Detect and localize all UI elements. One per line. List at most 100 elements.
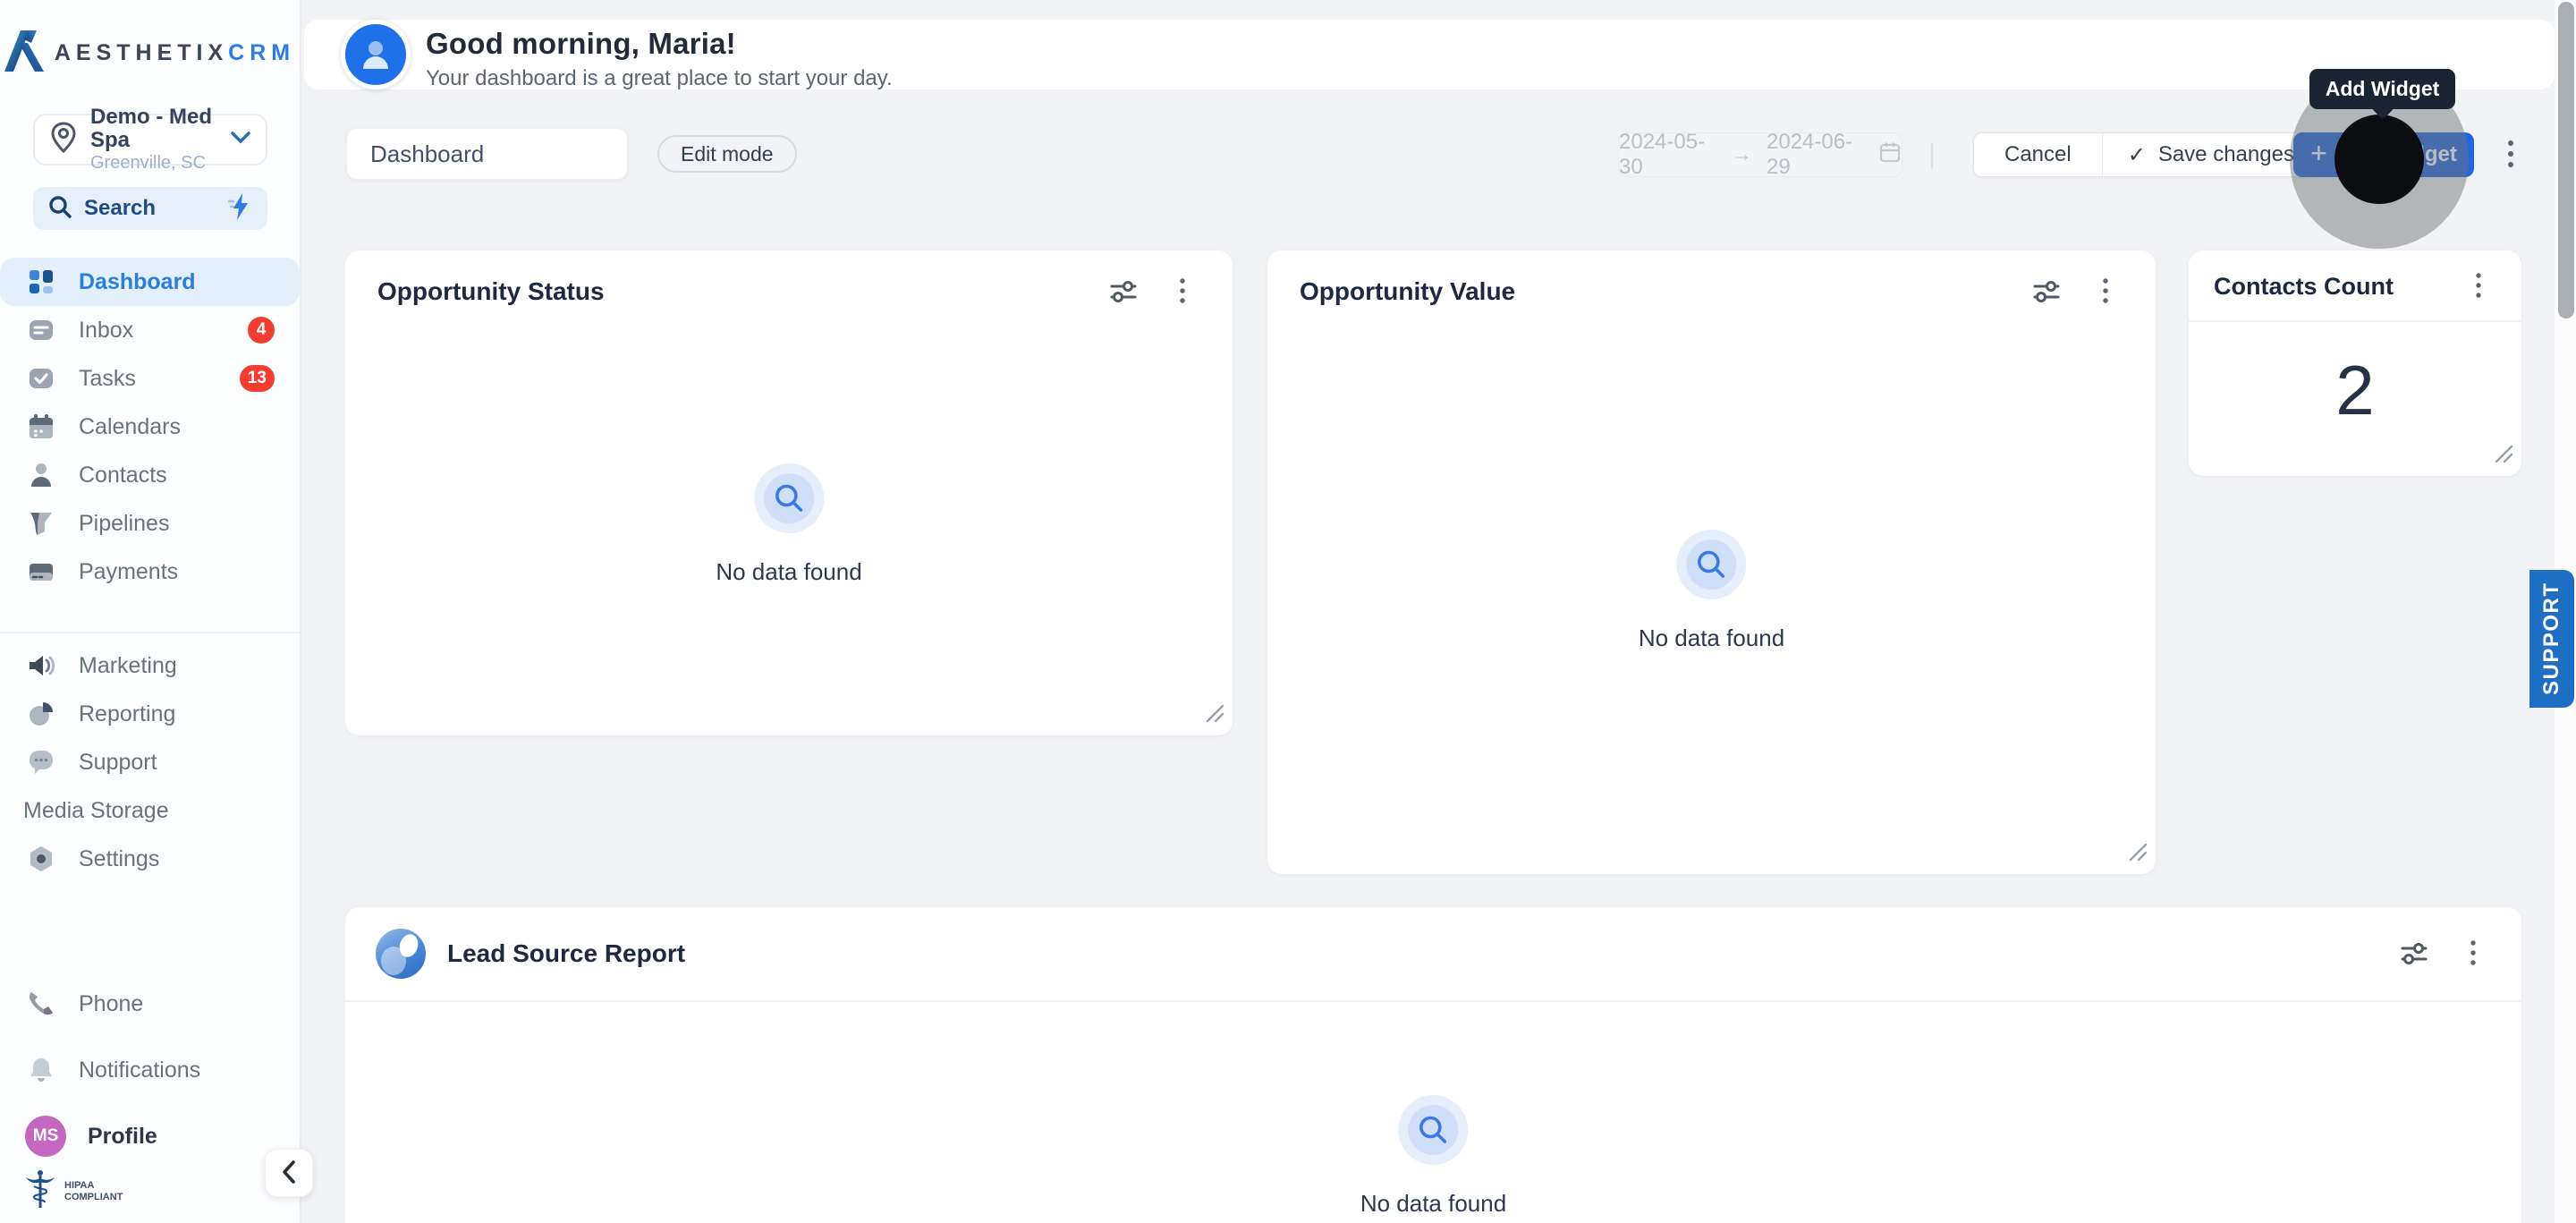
date-range-picker[interactable]: 2024-05-30 → 2024-06-29 [1618,130,1902,179]
page-greeting: Good morning, Maria! [426,27,736,60]
widget-kebab-button[interactable] [2088,274,2123,310]
sidebar-item-label: Support [79,749,157,775]
save-changes-button[interactable]: ✓ Save changes [2103,133,2319,176]
sidebar-item-dashboard[interactable]: Dashboard [0,258,300,306]
empty-state-text: No data found [1638,624,1785,651]
kebab-icon [2476,273,2481,298]
widget-kebab-button[interactable] [2461,268,2496,304]
sliders-icon [1110,281,1137,302]
sidebar-item-label: Contacts [79,462,167,488]
sidebar-item-support[interactable]: Support [0,738,300,786]
bell-icon [25,1054,57,1086]
edit-actions-group: Cancel ✓ Save changes [1973,132,2320,177]
nav-secondary: Marketing Reporting Support Media Storag… [0,641,300,883]
app-root: AESTHETIXCRM Demo - Med Spa Greenville, … [0,0,2576,1223]
gear-icon [25,843,57,875]
sidebar-item-label: Profile [88,1123,157,1149]
widget-title: Contacts Count [2214,272,2394,300]
resize-handle[interactable] [1202,701,1225,728]
dashboard-name-input[interactable]: Dashboard [346,128,628,180]
cancel-label: Cancel [2004,142,2072,166]
toolbar-kebab-button[interactable] [2490,134,2531,175]
sidebar-divider [0,632,300,633]
calendar-small-icon [1878,140,1902,170]
phone-icon [25,988,57,1020]
sidebar-item-label: Dashboard [79,268,196,294]
lead-source-icon [376,929,426,979]
toolbar-divider [1931,142,1933,169]
empty-state: No data found [1639,530,1784,652]
empty-state-text: No data found [716,558,862,585]
inbox-icon [25,314,57,346]
widget-contacts-count: Contacts Count 2 [2189,251,2521,476]
location-pin-icon [49,121,78,158]
sidebar-collapse-button[interactable] [265,1149,313,1197]
profile-avatar: MS [25,1116,66,1157]
empty-state-text: No data found [1360,1190,1507,1217]
sidebar-item-notifications[interactable]: Notifications [0,1046,300,1094]
nav-primary: Dashboard Inbox 4 Tasks 13 Calendars Con… [0,258,300,596]
dashboard-name-value: Dashboard [370,140,485,167]
edit-mode-button[interactable]: Edit mode [657,135,797,173]
sidebar-item-settings[interactable]: Settings [0,835,300,883]
sliders-icon [2033,281,2060,302]
brand-name: AESTHETIXCRM [54,40,296,65]
sidebar-item-phone[interactable]: Phone [0,980,300,1028]
chevron-down-icon [230,131,251,149]
sidebar-item-marketing[interactable]: Marketing [0,641,300,690]
tooltip-label: Add Widget [2325,77,2440,100]
search-input[interactable]: Search [33,187,267,230]
hipaa-label: HIPAA COMPLIANT [64,1179,123,1202]
user-avatar [341,20,411,89]
nav-footer: Phone Notifications MS Profile [0,980,300,1160]
support-tab[interactable]: SUPPORT [2529,570,2574,708]
widget-filter-button[interactable] [1106,274,1141,310]
widget-title: Opportunity Status [377,277,605,305]
chevron-left-icon [279,1159,299,1188]
date-end-value: 2024-06-29 [1767,130,1853,179]
widget-title: Opportunity Value [1300,277,1516,305]
megaphone-icon [25,650,57,682]
sidebar-item-inbox[interactable]: Inbox 4 [0,306,300,354]
widget-filter-button[interactable] [2396,936,2432,972]
click-indicator-center [2334,115,2424,204]
sidebar-item-label: Notifications [79,1057,201,1083]
calendar-icon [25,411,57,443]
sidebar: AESTHETIXCRM Demo - Med Spa Greenville, … [0,0,301,1223]
sidebar-item-label: Media Storage [23,797,169,823]
location-switcher[interactable]: Demo - Med Spa Greenville, SC [33,105,267,173]
search-icon [47,194,72,224]
widget-title: Lead Source Report [447,939,686,967]
resize-handle[interactable] [2491,441,2514,469]
sidebar-item-tasks[interactable]: Tasks 13 [0,354,300,403]
empty-state: No data found [1360,1095,1506,1218]
cancel-button[interactable]: Cancel [1974,133,2103,176]
sidebar-item-profile[interactable]: MS Profile [0,1112,300,1160]
credit-card-icon [25,556,57,588]
tasks-badge: 13 [239,365,275,392]
sidebar-item-pipelines[interactable]: Pipelines [0,499,300,548]
brand-logo[interactable]: AESTHETIXCRM [0,30,300,76]
resize-handle[interactable] [2125,839,2148,867]
sidebar-item-calendars[interactable]: Calendars [0,403,300,451]
chat-bubble-icon [25,746,57,778]
search-empty-icon [753,463,824,533]
caduceus-icon [23,1168,57,1214]
sidebar-item-contacts[interactable]: Contacts [0,451,300,499]
dashboard-icon [25,266,57,298]
date-start-value: 2024-05-30 [1619,130,1706,179]
sidebar-item-media-storage[interactable]: Media Storage [0,786,300,835]
widget-kebab-button[interactable] [1165,274,1200,310]
contact-person-icon [25,459,57,491]
widget-filter-button[interactable] [2029,274,2064,310]
sidebar-item-label: Settings [79,845,160,871]
save-label: Save changes [2157,142,2294,166]
sidebar-item-reporting[interactable]: Reporting [0,690,300,738]
widget-kebab-button[interactable] [2455,936,2491,972]
kebab-icon [2103,278,2108,303]
sidebar-item-payments[interactable]: Payments [0,548,300,596]
scrollbar-thumb[interactable] [2558,2,2574,318]
brand-mark-icon [4,30,44,76]
location-name: Demo - Med Spa [90,104,213,152]
search-empty-icon [1676,530,1747,599]
